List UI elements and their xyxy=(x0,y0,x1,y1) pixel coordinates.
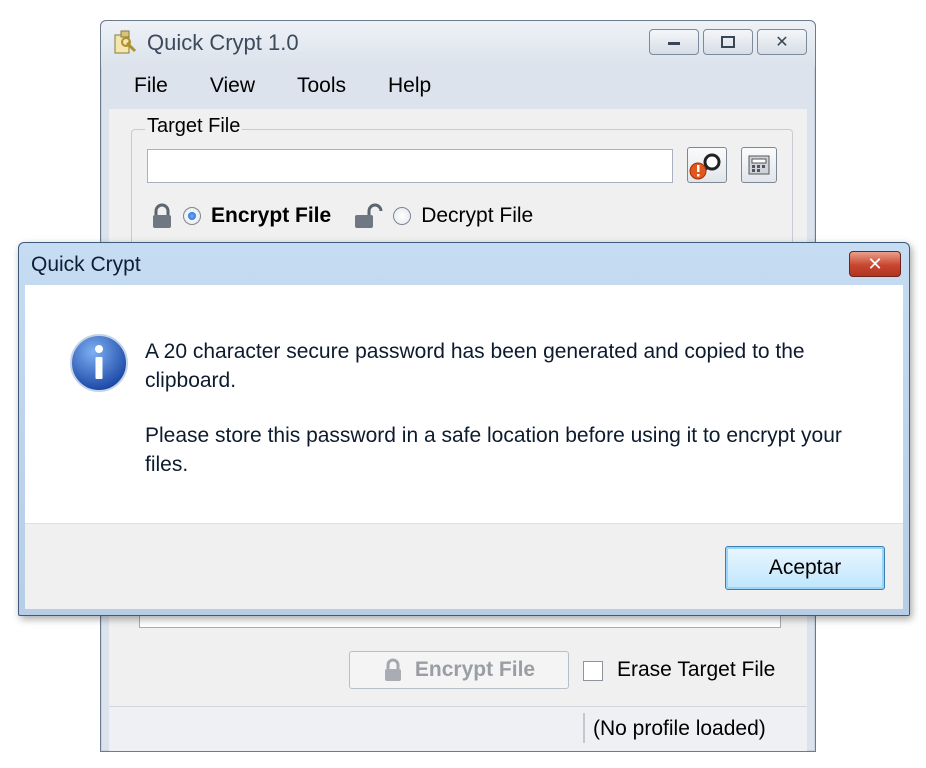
info-icon xyxy=(70,334,128,392)
browse-search-icon xyxy=(689,153,721,180)
dialog-title: Quick Crypt xyxy=(31,253,141,276)
decrypt-radio[interactable] xyxy=(393,207,412,225)
lock-open-icon xyxy=(355,203,383,228)
minimize-button[interactable] xyxy=(649,29,699,55)
status-divider xyxy=(583,713,585,743)
status-text: (No profile loaded) xyxy=(593,717,766,740)
maximize-icon xyxy=(721,36,735,48)
close-button[interactable]: ✕ xyxy=(757,29,807,55)
target-file-input[interactable] xyxy=(147,149,673,183)
dialog-message-1: A 20 character secure password has been … xyxy=(145,340,805,392)
dialog-body: A 20 character secure password has been … xyxy=(25,285,903,523)
main-window-title: Quick Crypt 1.0 xyxy=(147,30,299,55)
main-titlebar[interactable]: Quick Crypt 1.0 ✕ xyxy=(101,21,815,67)
target-file-label: Target File xyxy=(145,115,243,138)
erase-target-label[interactable]: Erase Target File xyxy=(617,658,775,682)
close-icon: ✕ xyxy=(775,34,789,51)
decrypt-radio-label[interactable]: Decrypt File xyxy=(421,204,533,228)
keypad-icon xyxy=(748,155,770,175)
ok-button[interactable]: Aceptar xyxy=(725,546,885,590)
erase-target-checkbox[interactable] xyxy=(583,661,603,681)
message-dialog: Quick Crypt ✕ A 20 character secure pass… xyxy=(18,242,910,616)
encrypt-file-button[interactable]: Encrypt File xyxy=(349,651,569,689)
encrypt-lock-icon xyxy=(384,658,401,681)
status-bar: (No profile loaded) xyxy=(109,706,807,751)
menu-file[interactable]: File xyxy=(109,71,185,101)
menu-bar: File View Tools Help xyxy=(109,71,807,101)
encrypt-file-button-label: Encrypt File xyxy=(414,658,536,681)
minimize-icon xyxy=(668,42,680,45)
encrypt-radio[interactable] xyxy=(183,207,201,225)
generate-password-button[interactable] xyxy=(741,147,777,183)
dialog-message-2: Please store this password in a safe loc… xyxy=(145,424,842,476)
dialog-close-button[interactable]: ✕ xyxy=(849,251,901,277)
menu-view[interactable]: View xyxy=(185,71,272,101)
mode-row: Encrypt File Decrypt File xyxy=(151,201,533,231)
lock-closed-icon xyxy=(153,203,171,228)
menu-tools[interactable]: Tools xyxy=(272,71,363,101)
browse-button[interactable] xyxy=(687,147,727,183)
app-icon xyxy=(114,30,137,54)
maximize-button[interactable] xyxy=(703,29,753,55)
dialog-footer: Aceptar xyxy=(25,523,903,609)
encrypt-radio-label[interactable]: Encrypt File xyxy=(211,204,331,228)
menu-help[interactable]: Help xyxy=(363,71,448,101)
close-icon: ✕ xyxy=(867,253,883,274)
